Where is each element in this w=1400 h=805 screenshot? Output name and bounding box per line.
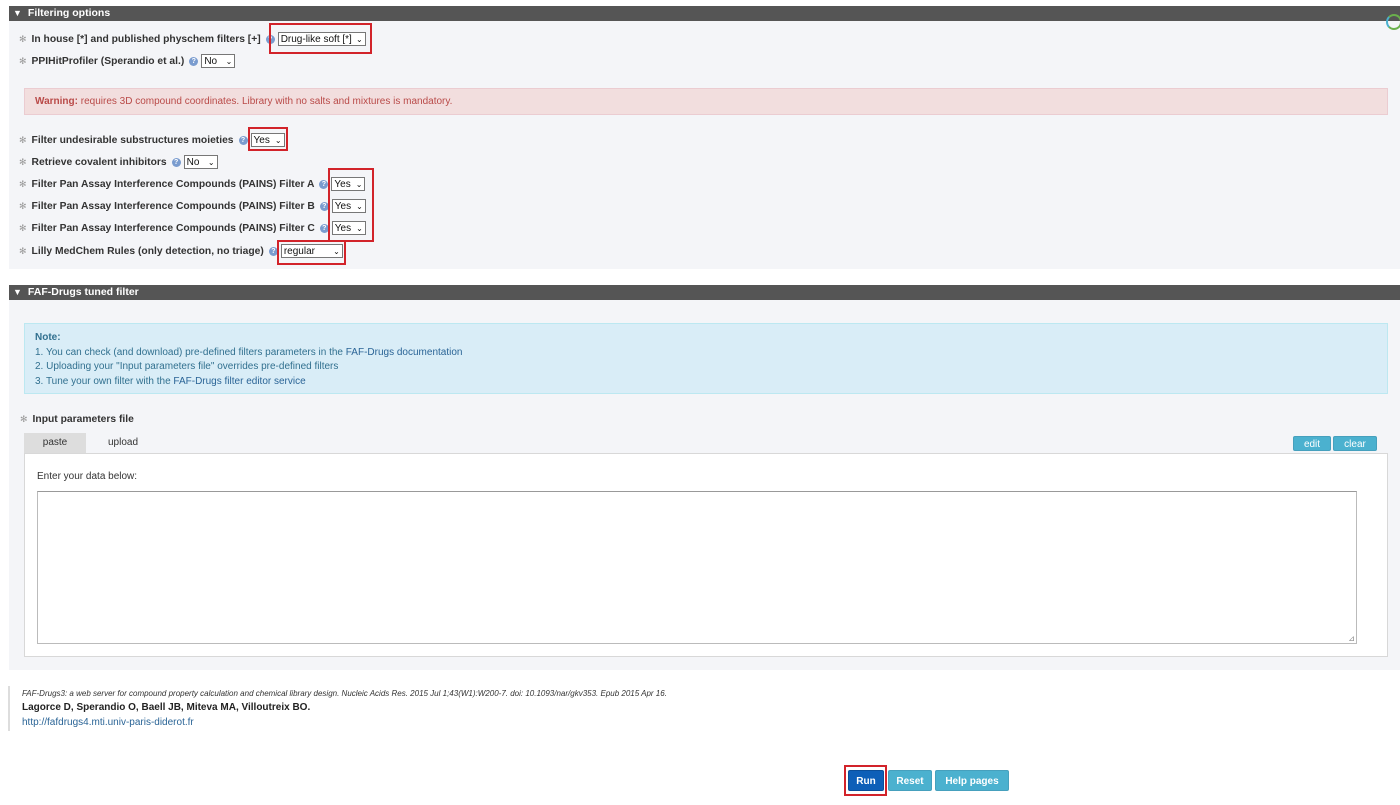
pains-filter-c-row: ✻ Filter Pan Assay Interference Compound… <box>19 219 366 237</box>
note-line-3: 3. Tune your own filter with the FAF-Dru… <box>35 375 306 387</box>
bullet-icon: ✻ <box>19 134 27 145</box>
undesirable-substructures-row: ✻ Filter undesirable substructures moiet… <box>19 131 285 149</box>
reset-button[interactable]: Reset <box>888 770 932 791</box>
highlight-run <box>844 765 887 796</box>
parameters-textarea[interactable]: ⊿ <box>37 491 1357 644</box>
resize-handle-icon[interactable]: ⊿ <box>1348 634 1355 643</box>
chevron-down-icon: ▼ <box>13 287 22 297</box>
tab-upload[interactable]: upload <box>94 433 152 453</box>
input-tabs: paste upload edit clear <box>24 433 1388 453</box>
ppihitprofiler-label: PPIHitProfiler (Sperandio et al.) <box>31 55 185 67</box>
lilly-medchem-label: Lilly MedChem Rules (only detection, no … <box>31 245 264 257</box>
warning-alert: Warning: requires 3D compound coordinate… <box>24 88 1388 115</box>
input-parameters-row: ✻ Input parameters file <box>20 410 134 428</box>
bullet-icon: ✻ <box>19 245 27 256</box>
bullet-icon: ✻ <box>19 178 27 189</box>
note-title: Note: <box>35 332 61 343</box>
ppihitprofiler-row: ✻ PPIHitProfiler (Sperandio et al.) ? No… <box>19 52 236 70</box>
input-parameters-label: Input parameters file <box>32 413 134 425</box>
bullet-icon: ✻ <box>19 200 27 211</box>
bullet-icon: ✻ <box>19 222 27 233</box>
chevron-down-icon: ⌄ <box>207 157 215 167</box>
editor-panel: Enter your data below: ⊿ <box>24 453 1388 657</box>
undesirable-substructures-label: Filter undesirable substructures moietie… <box>31 134 234 146</box>
highlight-pains <box>328 168 374 242</box>
filtering-options-title: Filtering options <box>27 7 111 19</box>
covalent-inhibitors-label: Retrieve covalent inhibitors <box>31 156 167 168</box>
tab-paste[interactable]: paste <box>24 433 86 453</box>
pains-filter-a-label: Filter Pan Assay Interference Compounds … <box>31 178 315 190</box>
filter-editor-link[interactable]: FAF-Drugs filter editor service <box>173 376 305 387</box>
covalent-inhibitors-select[interactable]: No ⌄ <box>183 155 218 169</box>
bullet-icon: ✻ <box>19 156 27 167</box>
help-icon[interactable]: ? <box>171 157 181 167</box>
footer-divider <box>8 686 10 731</box>
physchem-filter-label: In house [*] and published physchem filt… <box>31 33 261 45</box>
citation-text: FAF-Drugs3: a web server for compound pr… <box>22 689 667 698</box>
highlight-physchem <box>269 23 372 54</box>
tuned-filter-header[interactable]: ▼ FAF-Drugs tuned filter <box>9 285 1400 300</box>
filtering-options-header[interactable]: ▼ Filtering options <box>9 6 1400 21</box>
highlight-lilly <box>277 240 346 265</box>
help-icon[interactable]: ? <box>238 135 248 145</box>
highlight-substructures <box>248 127 288 151</box>
tuned-filter-title: FAF-Drugs tuned filter <box>27 286 139 298</box>
warning-bold: Warning: <box>35 96 78 107</box>
pains-filter-b-row: ✻ Filter Pan Assay Interference Compound… <box>19 197 366 215</box>
pains-filter-a-row: ✻ Filter Pan Assay Interference Compound… <box>19 175 366 193</box>
warning-text: requires 3D compound coordinates. Librar… <box>77 96 453 107</box>
enter-data-label: Enter your data below: <box>37 471 138 482</box>
help-icon[interactable]: ? <box>189 56 199 66</box>
bullet-icon: ✻ <box>19 33 27 44</box>
corner-logo-icon <box>1386 14 1400 30</box>
documentation-link[interactable]: FAF-Drugs documentation <box>346 347 463 358</box>
bullet-icon: ✻ <box>20 413 28 424</box>
pains-filter-c-label: Filter Pan Assay Interference Compounds … <box>31 222 315 234</box>
website-link[interactable]: http://fafdrugs4.mti.univ-paris-diderot.… <box>22 717 194 728</box>
clear-button[interactable]: clear <box>1333 436 1377 451</box>
pains-filter-b-label: Filter Pan Assay Interference Compounds … <box>31 200 315 212</box>
note-box: Note: 1. You can check (and download) pr… <box>24 323 1388 394</box>
chevron-down-icon: ⌄ <box>225 56 233 66</box>
authors-text: Lagorce D, Sperandio O, Baell JB, Miteva… <box>22 702 311 713</box>
covalent-inhibitors-row: ✻ Retrieve covalent inhibitors ? No ⌄ <box>19 153 218 171</box>
ppihitprofiler-select[interactable]: No ⌄ <box>201 54 236 68</box>
note-line-1: 1. You can check (and download) pre-defi… <box>35 346 463 358</box>
note-line-2: 2. Uploading your "Input parameters file… <box>35 361 339 372</box>
bullet-icon: ✻ <box>19 55 27 66</box>
chevron-down-icon: ▼ <box>13 8 22 18</box>
help-pages-button[interactable]: Help pages <box>935 770 1009 791</box>
edit-button[interactable]: edit <box>1293 436 1331 451</box>
